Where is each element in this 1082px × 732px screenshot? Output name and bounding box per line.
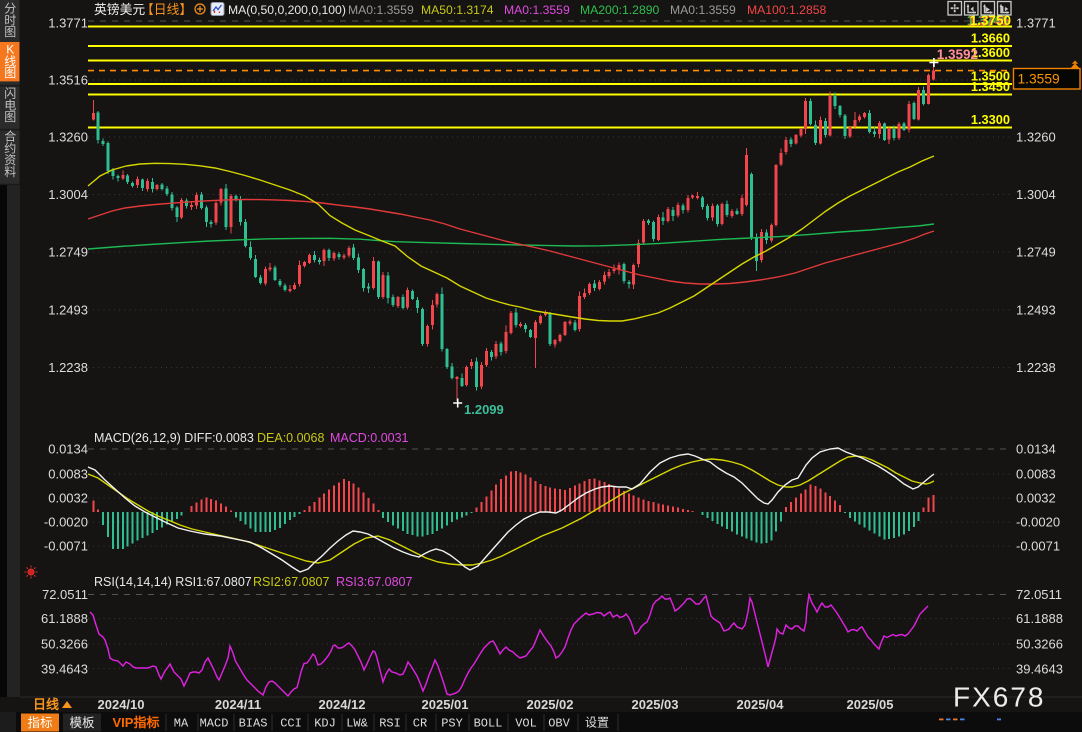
svg-text:1.3004: 1.3004 xyxy=(48,187,88,202)
svg-text:MACD: MACD xyxy=(200,717,229,731)
svg-text:-0.0020: -0.0020 xyxy=(1016,515,1060,530)
svg-text:1.2749: 1.2749 xyxy=(48,245,88,260)
svg-text:39.4643: 39.4643 xyxy=(41,661,88,676)
svg-text:1.2238: 1.2238 xyxy=(1016,360,1056,375)
svg-text:2025/05: 2025/05 xyxy=(847,697,894,712)
svg-text:BOLL: BOLL xyxy=(474,717,503,731)
svg-text:0.0134: 0.0134 xyxy=(48,442,88,457)
svg-text:RSI2:67.0807: RSI2:67.0807 xyxy=(253,575,329,589)
svg-text:2025/04: 2025/04 xyxy=(737,697,785,712)
svg-text:VIP指标: VIP指标 xyxy=(113,715,160,730)
svg-text:0.0083: 0.0083 xyxy=(1016,467,1056,482)
svg-text:2025/01: 2025/01 xyxy=(422,697,469,712)
svg-text:【日线】: 【日线】 xyxy=(141,2,192,17)
svg-text:0.0134: 0.0134 xyxy=(1016,442,1056,457)
svg-text:RSI(14,14,14) RSI1:67.0807: RSI(14,14,14) RSI1:67.0807 xyxy=(94,575,252,589)
svg-text:PSY: PSY xyxy=(441,717,463,731)
svg-text:FX678: FX678 xyxy=(953,682,1046,713)
svg-text:-0.0020: -0.0020 xyxy=(44,515,88,530)
svg-text:KDJ: KDJ xyxy=(314,717,336,731)
svg-text:2024/10: 2024/10 xyxy=(98,697,145,712)
svg-text:2024/12: 2024/12 xyxy=(319,697,366,712)
svg-text:-0.0071: -0.0071 xyxy=(44,539,88,554)
svg-text:MA0:1.3559: MA0:1.3559 xyxy=(670,3,736,17)
svg-text:LW&: LW& xyxy=(346,717,368,731)
svg-text:RSI3:67.0807: RSI3:67.0807 xyxy=(336,575,412,589)
svg-text:0.0032: 0.0032 xyxy=(48,491,88,506)
svg-text:1.3771: 1.3771 xyxy=(48,16,88,31)
svg-text:MA: MA xyxy=(174,717,189,731)
svg-text:50.3266: 50.3266 xyxy=(41,637,88,652)
svg-text:2024/11: 2024/11 xyxy=(215,697,261,712)
svg-text:指标: 指标 xyxy=(27,715,52,730)
svg-text:MA200:1.2890: MA200:1.2890 xyxy=(580,3,660,17)
svg-text:1.3450: 1.3450 xyxy=(971,79,1010,94)
svg-text:2025/02: 2025/02 xyxy=(527,697,574,712)
svg-text:MACD(26,12,9) DIFF:0.0083: MACD(26,12,9) DIFF:0.0083 xyxy=(94,431,254,445)
svg-text:料: 料 xyxy=(4,165,16,179)
svg-text:图: 图 xyxy=(4,110,16,124)
svg-text:设置: 设置 xyxy=(585,716,609,731)
svg-text:1.3260: 1.3260 xyxy=(1016,130,1056,145)
svg-text:39.4643: 39.4643 xyxy=(1016,661,1063,676)
svg-text:61.1888: 61.1888 xyxy=(41,611,88,626)
svg-text:1.3771: 1.3771 xyxy=(1016,16,1056,31)
svg-text:1.2099: 1.2099 xyxy=(464,402,504,417)
svg-text:CCI: CCI xyxy=(280,717,302,731)
svg-text:MACD:0.0031: MACD:0.0031 xyxy=(330,431,409,445)
svg-text:1.3559: 1.3559 xyxy=(1018,72,1061,87)
svg-text:2025/03: 2025/03 xyxy=(632,697,679,712)
svg-text:英镑美元: 英镑美元 xyxy=(94,2,145,17)
svg-text:1.3660: 1.3660 xyxy=(971,31,1010,46)
svg-text:CR: CR xyxy=(413,717,427,731)
svg-text:MA50:1.3174: MA50:1.3174 xyxy=(421,3,494,17)
svg-text:DEA:0.0068: DEA:0.0068 xyxy=(257,431,324,445)
svg-text:BIAS: BIAS xyxy=(239,717,268,731)
svg-text:1.2238: 1.2238 xyxy=(48,360,88,375)
svg-text:1.2493: 1.2493 xyxy=(1016,303,1056,318)
svg-text:1.2493: 1.2493 xyxy=(48,303,88,318)
svg-text:-0.0071: -0.0071 xyxy=(1016,539,1060,554)
svg-text:MA(0,50,0,200,0,100): MA(0,50,0,200,0,100) xyxy=(228,3,346,17)
svg-text:MA0:1.3559: MA0:1.3559 xyxy=(348,3,414,17)
svg-text:1.2749: 1.2749 xyxy=(1016,245,1056,260)
svg-text:模板: 模板 xyxy=(69,716,95,730)
svg-text:72.0511: 72.0511 xyxy=(1016,587,1062,602)
svg-text:图: 图 xyxy=(4,25,16,39)
svg-text:1.3260: 1.3260 xyxy=(48,130,88,145)
svg-text:MA0:1.3559: MA0:1.3559 xyxy=(504,3,570,17)
svg-text:50.3266: 50.3266 xyxy=(1016,637,1063,652)
svg-text:0.0083: 0.0083 xyxy=(48,467,88,482)
svg-text:72.0511: 72.0511 xyxy=(42,587,88,602)
svg-text:0.0032: 0.0032 xyxy=(1016,491,1056,506)
svg-text:OBV: OBV xyxy=(548,717,570,731)
svg-text:日线: 日线 xyxy=(33,697,59,712)
svg-text:1.3300: 1.3300 xyxy=(971,112,1010,127)
svg-text:图: 图 xyxy=(4,66,16,80)
svg-text:VOL: VOL xyxy=(515,717,537,731)
svg-text:1.3516: 1.3516 xyxy=(48,73,88,88)
svg-text:61.1888: 61.1888 xyxy=(1016,611,1063,626)
svg-text:1.3592: 1.3592 xyxy=(937,47,978,62)
svg-text:MA100:1.2858: MA100:1.2858 xyxy=(747,3,827,17)
svg-text:RSI: RSI xyxy=(379,717,401,731)
svg-text:1.3004: 1.3004 xyxy=(1016,187,1056,202)
